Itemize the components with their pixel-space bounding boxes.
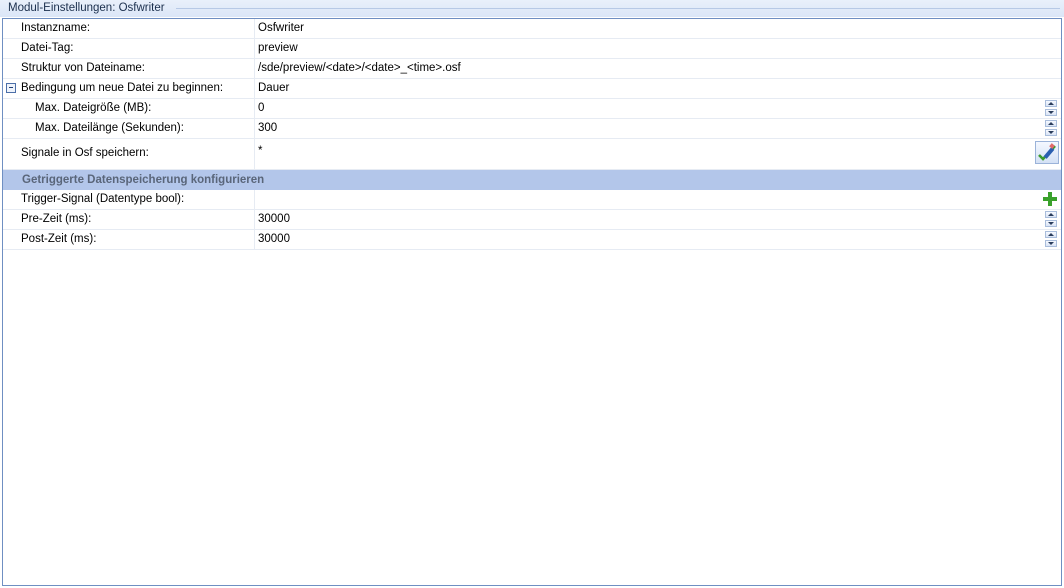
property-label: Post-Zeit (ms): [21, 233, 97, 245]
edit-signals-button[interactable] [1035, 141, 1059, 164]
property-value: preview [258, 42, 298, 54]
property-value: /sde/preview/<date>/<date>_<time>.osf [258, 62, 461, 74]
property-row-new-file-condition: Bedingung um neue Datei zu beginnen: Dau… [3, 79, 1061, 99]
property-value: 30000 [258, 213, 290, 225]
pre-time-spinner [1045, 211, 1057, 227]
property-value: Dauer [258, 82, 290, 94]
trigger-section-header: Getriggerte Datenspeicherung konfigurier… [3, 170, 1061, 190]
property-row-max-file-length: Max. Dateilänge (Sekunden): 300 [3, 119, 1061, 139]
property-label: Signale in Osf speichern: [21, 147, 149, 159]
spin-up-icon[interactable] [1045, 211, 1057, 218]
property-row-instance-name: Instanzname: Osfwriter [3, 19, 1061, 39]
property-label: Instanzname: [21, 22, 91, 34]
max-file-length-field[interactable]: 300 [256, 119, 1061, 138]
filename-structure-field[interactable]: /sde/preview/<date>/<date>_<time>.osf [256, 59, 1061, 78]
property-label: Pre-Zeit (ms): [21, 213, 92, 225]
pre-time-field[interactable]: 30000 [256, 210, 1061, 229]
property-row-max-file-size: Max. Dateigröße (MB): 0 [3, 99, 1061, 119]
property-label: Bedingung um neue Datei zu beginnen: [21, 82, 224, 94]
property-row-filename-structure: Struktur von Dateiname: /sde/preview/<da… [3, 59, 1061, 79]
property-row-trigger-signal: Trigger-Signal (Datentype bool): [3, 190, 1061, 210]
file-tag-field[interactable]: preview [256, 39, 1061, 58]
post-time-field[interactable]: 30000 [256, 230, 1061, 249]
title-divider [176, 8, 1060, 9]
spin-down-icon[interactable] [1045, 109, 1057, 116]
property-value: 0 [258, 102, 265, 114]
property-row-signals-in-osf: Signale in Osf speichern: * [3, 139, 1061, 170]
add-trigger-signal-button[interactable] [1043, 192, 1057, 206]
property-label: Trigger-Signal (Datentype bool): [21, 193, 185, 205]
property-label: Struktur von Dateiname: [21, 62, 146, 74]
spin-down-icon[interactable] [1045, 129, 1057, 136]
instance-name-field[interactable]: Osfwriter [256, 19, 1061, 38]
trigger-signal-field[interactable] [256, 190, 1061, 209]
spin-down-icon[interactable] [1045, 240, 1057, 247]
property-row-file-tag: Datei-Tag: preview [3, 39, 1061, 59]
property-row-post-time: Post-Zeit (ms): 30000 [3, 230, 1061, 250]
new-file-condition-field[interactable]: Dauer [256, 79, 1061, 98]
property-value: 30000 [258, 233, 290, 245]
max-file-length-spinner [1045, 120, 1057, 136]
plus-icon [1043, 192, 1057, 206]
post-time-spinner [1045, 231, 1057, 247]
signals-in-osf-field[interactable]: * [256, 139, 1061, 169]
property-row-pre-time: Pre-Zeit (ms): 30000 [3, 210, 1061, 230]
property-label: Max. Dateilänge (Sekunden): [35, 122, 184, 134]
property-label: Datei-Tag: [21, 42, 74, 54]
window-title: Modul-Einstellungen: Osfwriter [8, 2, 165, 14]
property-label: Max. Dateigröße (MB): [35, 102, 152, 114]
title-bar: Modul-Einstellungen: Osfwriter [0, 0, 1064, 17]
spin-up-icon[interactable] [1045, 100, 1057, 107]
spin-down-icon[interactable] [1045, 220, 1057, 227]
spin-up-icon[interactable] [1045, 120, 1057, 127]
section-title: Getriggerte Datenspeicherung konfigurier… [22, 174, 265, 186]
max-file-size-field[interactable]: 0 [256, 99, 1061, 118]
property-grid: Instanzname: Osfwriter Datei-Tag: previe… [2, 18, 1062, 586]
collapse-icon[interactable] [6, 83, 16, 93]
property-value: Osfwriter [258, 22, 304, 34]
property-value: 300 [258, 122, 278, 134]
spin-up-icon[interactable] [1045, 231, 1057, 238]
max-file-size-spinner [1045, 100, 1057, 116]
pencil-check-icon [1038, 143, 1056, 161]
property-value: * [258, 145, 263, 157]
module-settings-window: Modul-Einstellungen: Osfwriter Instanzna… [0, 0, 1064, 588]
